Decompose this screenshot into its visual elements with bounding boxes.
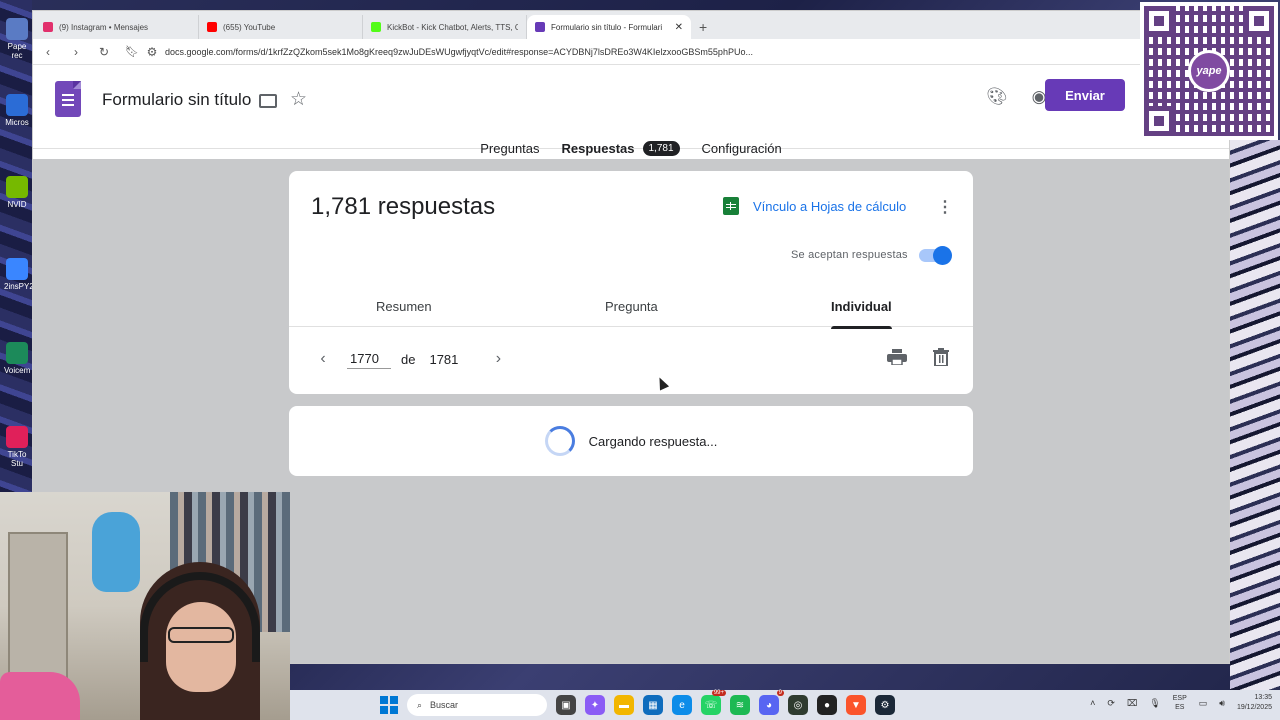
previous-response-icon[interactable]: ‹ <box>313 350 333 368</box>
star-icon[interactable]: ☆ <box>290 88 307 111</box>
qr-code-overlay: yape <box>1140 2 1278 140</box>
steam-icon[interactable]: ⚙ <box>875 695 895 715</box>
file-explorer-icon[interactable]: ▬ <box>614 695 634 715</box>
site-settings-icon[interactable]: ⚙ <box>145 45 159 59</box>
tab-kickbot[interactable]: KickBot - Kick Chatbot, Alerts, TTS, C <box>363 15 527 39</box>
search-icon: ⌕ <box>417 699 423 710</box>
obs-icon[interactable]: ● <box>817 695 837 715</box>
task-view-icon[interactable]: ▣ <box>556 695 576 715</box>
reload-icon[interactable]: ↻ <box>97 45 111 59</box>
forward-icon[interactable]: › <box>69 45 83 59</box>
subtab-summary[interactable]: Resumen <box>376 299 432 314</box>
clock[interactable]: 13:35 19/12/2025 <box>1237 693 1272 713</box>
system-tray: ˄ ⟳ ⌧ 🎙︎ ESP ES ▭ 🔊︎ 13:35 19/12/2025 <box>1090 693 1272 713</box>
webcam-overlay <box>0 492 290 720</box>
nvidia-app-icon[interactable]: ◎ <box>788 695 808 715</box>
new-tab-icon[interactable]: + <box>691 19 715 39</box>
url-field[interactable]: 🔖︎ ⚙ docs.google.com/forms/d/1krfZzQZkom… <box>125 45 1132 59</box>
network-icon[interactable]: ▭ <box>1199 698 1208 709</box>
tray-overflow-icon[interactable]: ˄ <box>1090 698 1095 708</box>
back-icon[interactable]: ‹ <box>41 45 55 59</box>
google-forms-logo-icon[interactable] <box>55 81 81 117</box>
response-number-input[interactable] <box>347 349 391 369</box>
camera-icon[interactable]: ⌧ <box>1127 698 1137 709</box>
brave-browser-icon[interactable]: ▼ <box>846 695 866 715</box>
taskbar-search[interactable]: ⌕ Buscar <box>407 694 547 716</box>
response-pager: ‹ de 1781 › <box>313 349 508 369</box>
tab-youtube[interactable]: (655) YouTube <box>199 15 363 39</box>
edge-icon[interactable]: e <box>672 695 692 715</box>
tab-google-forms[interactable]: Formulario sin título - Formulari ✕ <box>527 15 691 39</box>
address-bar: ‹ › ↻ 🔖︎ ⚙ docs.google.com/forms/d/1krfZ… <box>33 39 1229 65</box>
form-title[interactable]: Formulario sin título <box>102 90 251 110</box>
tray-app-icon[interactable]: ⟳ <box>1107 698 1115 709</box>
discord-icon[interactable]: ◕ 9 <box>759 690 784 715</box>
desktop-left-strip <box>0 0 32 495</box>
send-button[interactable]: Enviar <box>1045 79 1125 111</box>
yape-logo-icon: yape <box>1188 50 1230 92</box>
delete-icon[interactable] <box>933 348 949 366</box>
youtube-icon <box>207 22 217 32</box>
next-response-icon[interactable]: › <box>488 350 508 368</box>
desktop-icon-3[interactable]: NVID <box>4 176 30 209</box>
total-responses: 1781 <box>429 351 459 367</box>
instagram-icon <box>43 22 53 32</box>
print-icon[interactable] <box>887 349 907 365</box>
folder-icon[interactable] <box>259 94 277 108</box>
desktop-icon-6[interactable]: TikTo Stu <box>4 426 30 468</box>
desktop-icon-2[interactable]: Micros <box>4 94 30 127</box>
desktop-icon-5[interactable]: Voicem <box>4 342 30 375</box>
loading-card: Cargando respuesta... <box>289 406 973 476</box>
store-icon[interactable]: ▦ <box>643 695 663 715</box>
tab-instagram[interactable]: (9) Instagram • Mensajes <box>35 15 199 39</box>
bookmark-icon[interactable]: 🔖︎ <box>125 45 139 58</box>
responses-count-badge: 1,781 <box>642 140 680 156</box>
tab-bar: (9) Instagram • Mensajes (655) YouTube K… <box>33 11 1229 39</box>
palette-icon[interactable]: 🎨︎ <box>986 87 1008 107</box>
whatsapp-icon[interactable]: ☏ 99+ <box>701 690 726 715</box>
link-to-sheets-button[interactable]: Vínculo a Hojas de cálculo <box>723 197 906 215</box>
subtab-individual[interactable]: Individual <box>831 299 892 329</box>
desktop-right-strip <box>1230 140 1280 690</box>
desktop-icon-1[interactable]: Pape rec <box>4 18 30 60</box>
language-indicator[interactable]: ESP ES <box>1173 694 1187 712</box>
copilot-icon[interactable]: ✦ <box>585 695 605 715</box>
loading-spinner-icon <box>544 426 575 456</box>
more-options-icon[interactable]: ⋮ <box>937 197 953 217</box>
loading-text: Cargando respuesta... <box>588 433 718 449</box>
accepting-responses-toggle[interactable] <box>919 246 952 265</box>
responses-subtabs: Resumen Pregunta Individual <box>289 289 973 329</box>
windows-taskbar: ⌕ Buscar ▣ ✦ ▬ ▦ e ☏ 99+ ≋ ◕ 9 ◎ ● ▼ ⚙ ˄ ⟳… <box>290 690 1280 720</box>
volume-icon[interactable]: 🔊︎ <box>1219 698 1225 709</box>
subtab-question[interactable]: Pregunta <box>605 299 658 314</box>
microphone-icon[interactable]: 🎙︎ <box>1149 698 1160 709</box>
accepting-responses-label: Se aceptan respuestas <box>791 249 908 261</box>
windows-start-icon[interactable] <box>380 696 398 714</box>
responses-card: 1,781 respuestas Vínculo a Hojas de cálc… <box>289 171 973 394</box>
close-tab-icon[interactable]: ✕ <box>675 22 683 33</box>
forms-favicon-icon <box>535 22 545 32</box>
response-count-heading: 1,781 respuestas <box>311 193 496 220</box>
desktop-icon-4[interactable]: 2insPY2 <box>4 258 34 291</box>
kickbot-icon <box>371 22 381 32</box>
google-sheets-icon <box>723 197 739 215</box>
spotify-icon[interactable]: ≋ <box>730 695 750 715</box>
